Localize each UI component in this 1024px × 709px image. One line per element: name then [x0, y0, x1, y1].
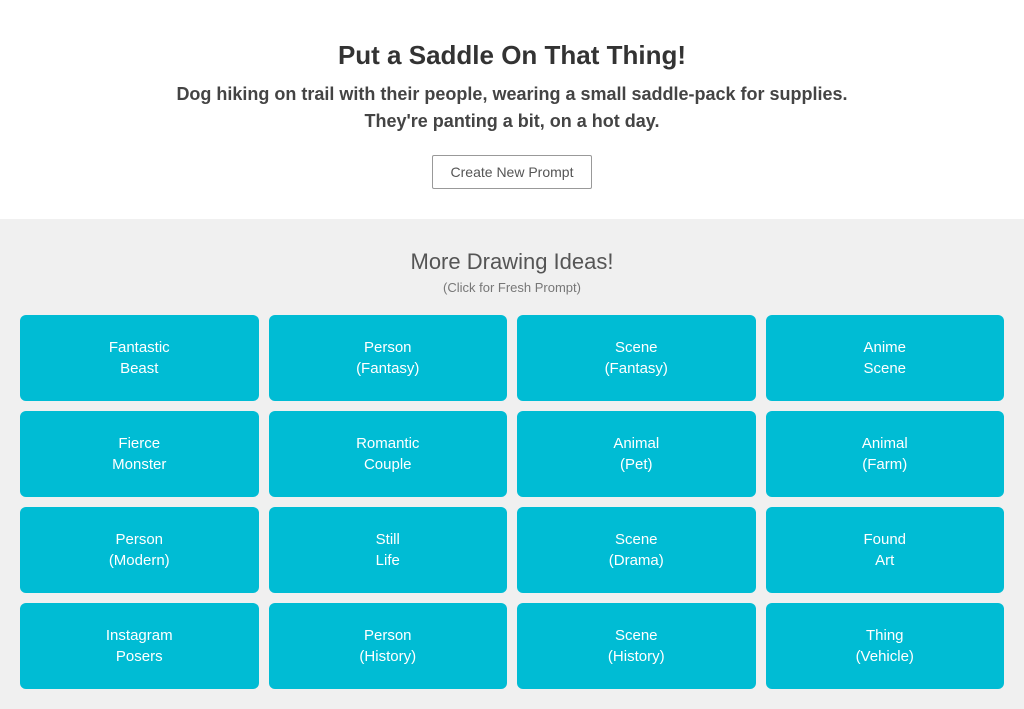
grid-item[interactable]: StillLife: [269, 507, 508, 593]
grid-item[interactable]: Scene(Drama): [517, 507, 756, 593]
hero-description-line1: Dog hiking on trail with their people, w…: [176, 84, 847, 104]
hero-description-line2: They're panting a bit, on a hot day.: [365, 111, 660, 131]
grid-item[interactable]: FantasticBeast: [20, 315, 259, 401]
grid-item[interactable]: Scene(History): [517, 603, 756, 689]
grid-item[interactable]: Animal(Farm): [766, 411, 1005, 497]
grid-item[interactable]: Scene(Fantasy): [517, 315, 756, 401]
grid-item[interactable]: AnimeScene: [766, 315, 1005, 401]
grid-item[interactable]: Animal(Pet): [517, 411, 756, 497]
ideas-title: More Drawing Ideas!: [20, 249, 1004, 275]
ideas-section: More Drawing Ideas! (Click for Fresh Pro…: [0, 219, 1024, 709]
hero-description: Dog hiking on trail with their people, w…: [20, 81, 1004, 135]
ideas-grid: FantasticBeastPerson(Fantasy)Scene(Fanta…: [20, 315, 1004, 689]
grid-item[interactable]: Thing(Vehicle): [766, 603, 1005, 689]
hero-title: Put a Saddle On That Thing!: [20, 40, 1004, 71]
grid-item[interactable]: FoundArt: [766, 507, 1005, 593]
grid-item[interactable]: RomanticCouple: [269, 411, 508, 497]
grid-item[interactable]: Person(Modern): [20, 507, 259, 593]
grid-item[interactable]: FierceMonster: [20, 411, 259, 497]
hero-section: Put a Saddle On That Thing! Dog hiking o…: [0, 0, 1024, 219]
create-new-prompt-button[interactable]: Create New Prompt: [432, 155, 593, 189]
grid-item[interactable]: Person(History): [269, 603, 508, 689]
grid-item[interactable]: Person(Fantasy): [269, 315, 508, 401]
ideas-subtitle: (Click for Fresh Prompt): [20, 280, 1004, 295]
grid-item[interactable]: InstagramPosers: [20, 603, 259, 689]
